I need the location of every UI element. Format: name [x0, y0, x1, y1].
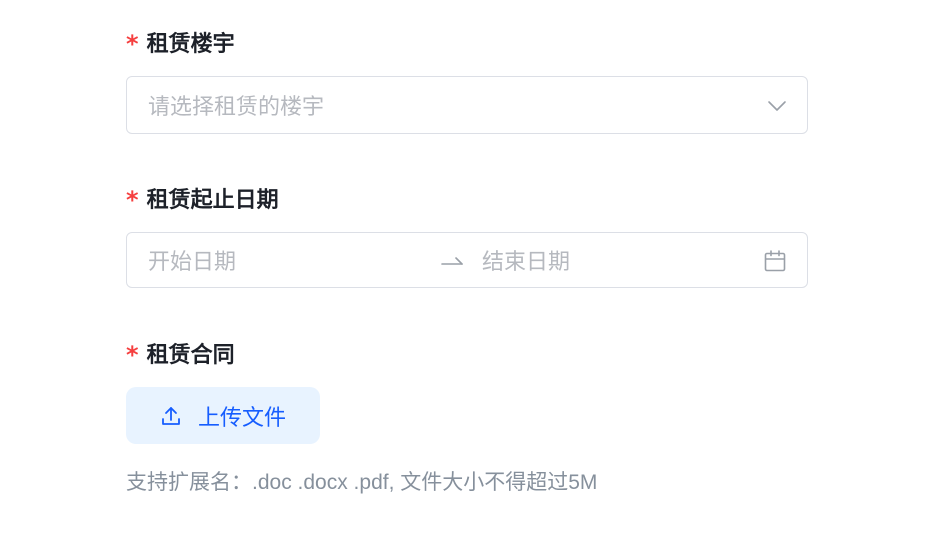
required-mark: * — [126, 341, 139, 369]
arrow-right-icon — [441, 257, 463, 265]
upload-file-button[interactable]: 上传文件 — [126, 387, 320, 444]
end-date-input[interactable]: 结束日期 — [482, 244, 570, 276]
contract-label: * 租赁合同 — [126, 338, 235, 369]
building-label: * 租赁楼宇 — [126, 27, 235, 58]
required-mark: * — [126, 30, 139, 58]
building-select[interactable]: 请选择租赁的楼宇 — [126, 76, 808, 134]
required-mark: * — [126, 186, 139, 214]
lease-period-label: * 租赁起止日期 — [126, 183, 279, 214]
upload-button-label: 上传文件 — [197, 405, 286, 431]
upload-icon — [162, 406, 180, 425]
chevron-down-icon — [768, 101, 786, 111]
building-label-text: 租赁楼宇 — [146, 32, 235, 57]
lease-form: * 租赁楼宇 请选择租赁的楼宇 * 租赁起止日期 开始日期 结束日期 * 租赁合… — [0, 0, 930, 542]
date-range-picker[interactable]: 开始日期 结束日期 — [126, 232, 808, 288]
building-select-placeholder: 请选择租赁的楼宇 — [148, 95, 325, 120]
start-date-input[interactable]: 开始日期 — [148, 244, 236, 276]
upload-hint: 支持扩展名：.doc .docx .pdf, 文件大小不得超过5M — [126, 471, 598, 494]
lease-period-label-text: 租赁起止日期 — [146, 188, 279, 213]
contract-label-text: 租赁合同 — [146, 343, 235, 368]
calendar-icon — [764, 250, 786, 272]
